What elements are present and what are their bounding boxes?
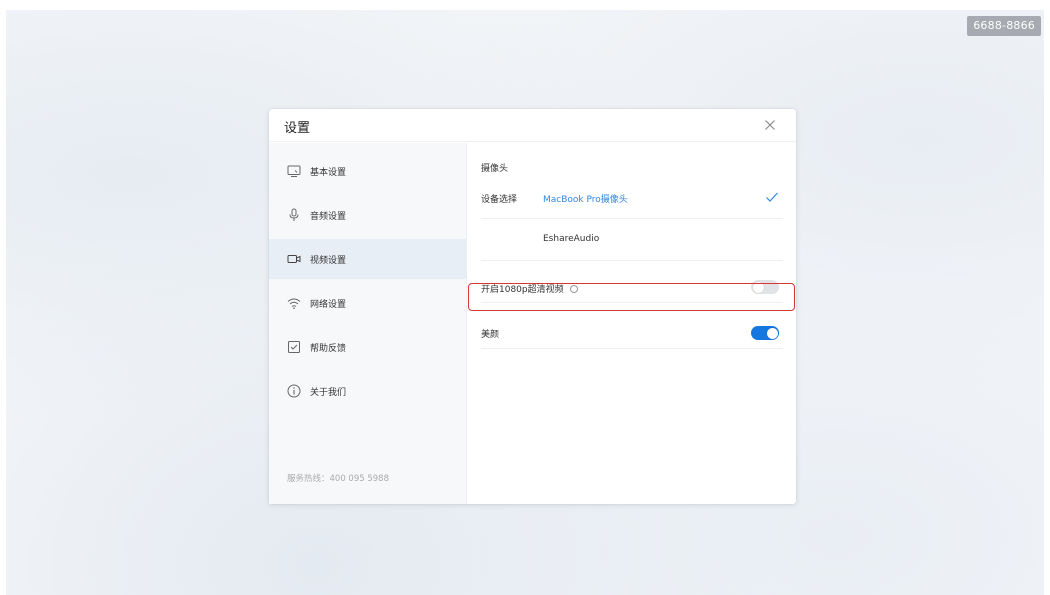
sidebar-item-audio[interactable]: 音频设置 (269, 195, 467, 235)
section-title: 摄像头 (481, 164, 509, 174)
settings-dialog: 设置 基本设置 音频设置 视频设置 网络设置 帮助反馈 关于我们 服务热线：40… (269, 109, 796, 504)
sidebar-item-about[interactable]: 关于我们 (269, 371, 467, 411)
sidebar-item-label: 帮助反馈 (310, 343, 347, 354)
toggle-knob (752, 281, 764, 293)
device-option-macbook[interactable]: MacBook Pro摄像头 (543, 192, 628, 205)
sidebar-item-label: 视频设置 (310, 255, 347, 266)
sidebar-item-network[interactable]: 网络设置 (269, 283, 467, 323)
hd-video-toggle[interactable] (751, 280, 779, 294)
beauty-row: 美颜 (481, 309, 783, 349)
sidebar-item-video[interactable]: 视频设置 (269, 239, 467, 279)
sidebar-item-label: 网络设置 (310, 299, 347, 310)
settings-sidebar: 基本设置 音频设置 视频设置 网络设置 帮助反馈 关于我们 服务热线：400 0… (269, 143, 467, 504)
info-icon (287, 384, 301, 398)
device-row-eshare[interactable]: EshareAudio (481, 219, 783, 261)
wifi-icon (287, 298, 301, 309)
device-row-macbook[interactable]: 设备选择 MacBook Pro摄像头 (481, 177, 783, 219)
monitor-icon (287, 165, 301, 177)
sidebar-item-feedback[interactable]: 帮助反馈 (269, 327, 467, 367)
service-hotline: 服务热线：400 095 5988 (287, 474, 389, 484)
checkmark-icon (766, 192, 778, 202)
microphone-icon (289, 208, 299, 221)
sidebar-item-label: 基本设置 (310, 167, 347, 178)
room-code-badge: 6688-8866 (967, 16, 1041, 36)
hd-video-row: 开启1080p超清视频 (481, 261, 783, 303)
feedback-icon (288, 341, 300, 353)
video-settings-panel: 摄像头 设备选择 MacBook Pro摄像头 EshareAudio 开启10… (468, 143, 796, 504)
sidebar-item-label: 音频设置 (310, 211, 347, 222)
device-select-label: 设备选择 (481, 195, 518, 205)
close-icon (765, 120, 775, 130)
sidebar-item-basic[interactable]: 基本设置 (269, 151, 467, 191)
sidebar-item-label: 关于我们 (310, 387, 347, 398)
hd-video-label: 开启1080p超清视频 (481, 282, 578, 295)
dialog-title: 设置 (284, 121, 311, 136)
device-option-eshare[interactable]: EshareAudio (543, 234, 599, 244)
beauty-label: 美颜 (481, 330, 500, 340)
close-button[interactable] (762, 117, 778, 133)
beauty-toggle[interactable] (751, 326, 779, 340)
dialog-header: 设置 (269, 109, 796, 142)
toggle-knob (766, 327, 778, 339)
info-circle-icon[interactable] (569, 285, 578, 293)
camera-icon (287, 255, 301, 263)
